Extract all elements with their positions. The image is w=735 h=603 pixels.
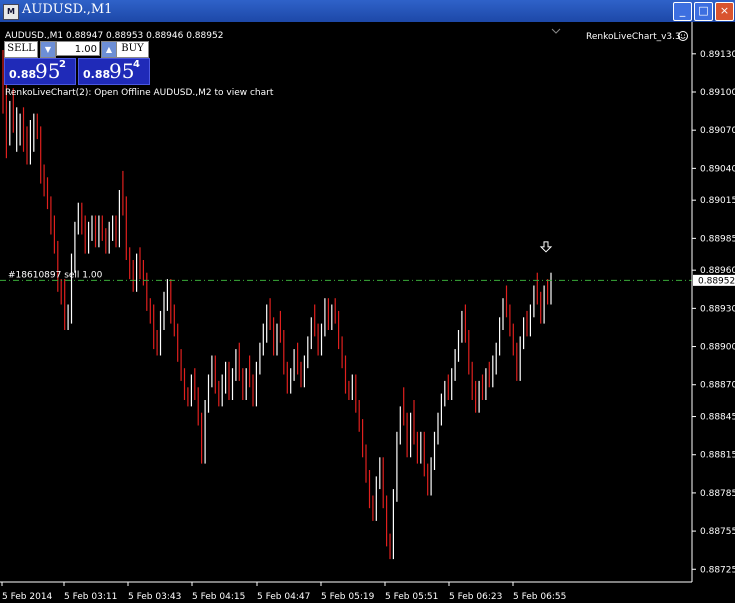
window-titlebar[interactable]: M AUDUSD.,M1 _ □ × bbox=[0, 0, 735, 22]
x-tick-label: 5 Feb 04:47 bbox=[257, 592, 310, 602]
window-title: AUDUSD.,M1 bbox=[22, 2, 113, 17]
x-tick-label: 5 Feb 06:23 bbox=[449, 592, 502, 602]
buy-price-box[interactable]: 0.88 95 4 bbox=[78, 58, 150, 85]
one-click-trading-panel: SELL ▼ 1.00 ▲ BUY 0.88 95 2 0.88 95 4 bbox=[4, 41, 150, 85]
order-label: #18610897 sell 1.00 bbox=[8, 270, 103, 280]
indicator-message: RenkoLiveChart(2): Open Offline AUDUSD.,… bbox=[5, 88, 274, 98]
chart-background bbox=[0, 22, 735, 603]
x-tick-label: 5 Feb 04:15 bbox=[192, 592, 245, 602]
sell-price-prefix: 0.88 bbox=[9, 68, 37, 81]
lot-increase-button[interactable]: ▲ bbox=[101, 41, 117, 58]
sell-price-big: 95 bbox=[35, 59, 61, 83]
x-tick-label: 5 Feb 05:19 bbox=[321, 592, 375, 602]
minimize-button[interactable]: _ bbox=[673, 2, 692, 21]
buy-price-prefix: 0.88 bbox=[83, 68, 111, 81]
lot-size-input[interactable]: 1.00 bbox=[56, 41, 100, 56]
x-tick-label: 5 Feb 2014 bbox=[2, 592, 53, 602]
buy-button[interactable]: BUY bbox=[116, 41, 149, 58]
price-chart[interactable]: #18610897 sell 1.00 AUDUSD.,M1 0.88947 0… bbox=[0, 22, 735, 603]
y-tick-label: 0.89015 bbox=[700, 196, 735, 206]
sell-price-box[interactable]: 0.88 95 2 bbox=[4, 58, 76, 85]
y-tick-label: 0.88845 bbox=[700, 413, 735, 423]
x-tick-label: 5 Feb 06:55 bbox=[513, 592, 566, 602]
y-tick-label: 0.89040 bbox=[700, 164, 735, 174]
y-tick-label: 0.88985 bbox=[700, 234, 735, 244]
lot-decrease-button[interactable]: ▼ bbox=[40, 41, 56, 58]
y-tick-label: 0.88870 bbox=[700, 381, 735, 391]
mt4-chart-icon: M bbox=[3, 4, 19, 20]
close-button[interactable]: × bbox=[715, 2, 734, 21]
current-price-tag: 0.88952 bbox=[693, 274, 735, 286]
y-tick-label: 0.89100 bbox=[700, 88, 735, 98]
sell-price-sup: 2 bbox=[59, 59, 66, 70]
sell-button[interactable]: SELL bbox=[4, 41, 38, 58]
y-tick-label: 0.88815 bbox=[700, 451, 735, 461]
y-tick-label: 0.88930 bbox=[700, 304, 735, 314]
y-tick-label: 0.88755 bbox=[700, 527, 735, 537]
y-tick-label: 0.88900 bbox=[700, 343, 735, 353]
chart-info: AUDUSD.,M1 0.88947 0.88953 0.88946 0.889… bbox=[5, 31, 223, 41]
current-price-label: 0.88952 bbox=[698, 276, 735, 286]
y-tick-label: 0.89070 bbox=[700, 126, 735, 136]
y-tick-label: 0.89130 bbox=[700, 50, 735, 60]
y-tick-label: 0.88725 bbox=[700, 565, 735, 575]
x-tick-label: 5 Feb 05:51 bbox=[385, 592, 438, 602]
maximize-button[interactable]: □ bbox=[694, 2, 713, 21]
y-tick-label: 0.88960 bbox=[700, 266, 735, 276]
y-tick-label: 0.88785 bbox=[700, 489, 735, 499]
x-tick-label: 5 Feb 03:43 bbox=[128, 592, 181, 602]
indicator-name: RenkoLiveChart_v3.3 bbox=[586, 32, 681, 42]
buy-price-sup: 4 bbox=[133, 59, 140, 70]
buy-price-big: 95 bbox=[109, 59, 135, 83]
x-tick-label: 5 Feb 03:11 bbox=[64, 592, 117, 602]
